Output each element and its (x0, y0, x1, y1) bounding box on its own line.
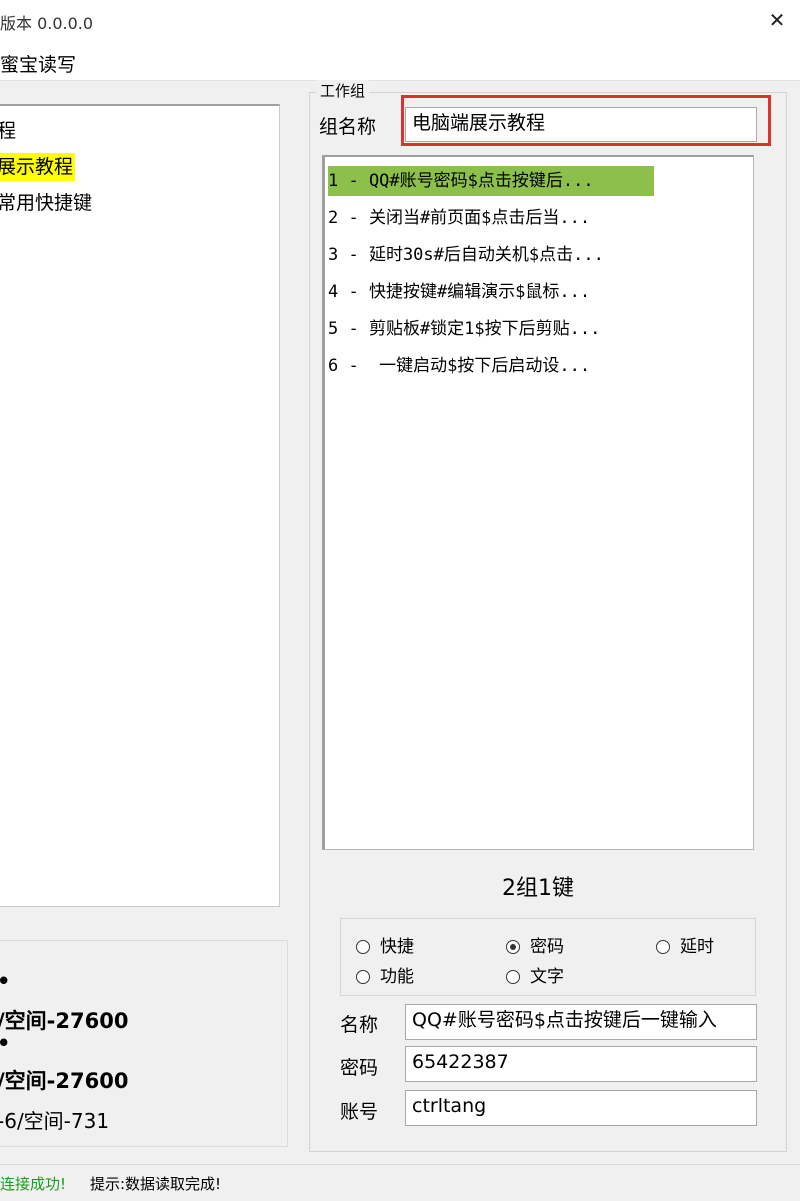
status-hint: 提示:数据读取完成! (90, 1175, 222, 1193)
device-info-panel: • /空间-27600 • /空间-27600 -6/空间-731 (0, 940, 288, 1147)
radio-label: 文字 (530, 967, 564, 987)
radio-checked-icon (506, 940, 520, 954)
key-list[interactable]: 1 - QQ#账号密码$点击按键后... 2 - 关闭当#前页面$点击后当...… (322, 155, 754, 850)
info-space-3: -6/空间-731 (0, 1109, 110, 1133)
window-title: 版本 0.0.0.0 (0, 14, 94, 33)
status-bar: 连接成功! 提示:数据读取完成! (0, 1164, 800, 1201)
connection-status: 连接成功! (0, 1175, 67, 1193)
group-tree[interactable]: 程 展示教程 常用快捷键 (0, 104, 280, 907)
list-item[interactable]: 1 - QQ#账号密码$点击按键后... (328, 166, 654, 196)
info-space-1: /空间-27600 (0, 1009, 129, 1033)
key-name-label: 名称 (340, 1014, 379, 1036)
radio-icon (506, 970, 520, 984)
radio-text[interactable]: 文字 (506, 962, 564, 987)
radio-label: 密码 (530, 937, 564, 957)
radio-password[interactable]: 密码 (506, 932, 564, 957)
info-space-2: /空间-27600 (0, 1069, 129, 1093)
tree-item-selected[interactable]: 展示教程 (0, 153, 76, 181)
radio-delay[interactable]: 延时 (656, 932, 714, 957)
group-name-label: 组名称 (319, 116, 377, 138)
key-name-input[interactable]: QQ#账号密码$点击按键后一键输入 (405, 1004, 757, 1040)
info-bullet: • (0, 969, 10, 993)
list-item[interactable]: 3 - 延时30s#后自动关机$点击... (328, 240, 654, 270)
list-item[interactable]: 2 - 关闭当#前页面$点击后当... (328, 203, 654, 233)
workgroup-legend: 工作组 (316, 80, 370, 101)
radio-label: 功能 (380, 967, 414, 987)
menu-bar: 蜜宝读写 (0, 40, 800, 81)
key-count-label: 2组1键 (502, 876, 574, 901)
info-bullet: • (0, 1031, 10, 1055)
account-label: 账号 (340, 1101, 379, 1123)
radio-icon (356, 940, 370, 954)
tree-item[interactable]: 程 (0, 117, 18, 145)
radio-function[interactable]: 功能 (356, 962, 414, 987)
password-input[interactable]: 65422387 (405, 1046, 757, 1082)
radio-icon (356, 970, 370, 984)
highlight-box (401, 95, 771, 146)
radio-shortcut[interactable]: 快捷 (356, 932, 414, 957)
close-icon[interactable]: ✕ (762, 6, 792, 34)
radio-icon (656, 940, 670, 954)
tree-item[interactable]: 常用快捷键 (0, 189, 94, 217)
account-input[interactable]: ctrltang (405, 1090, 757, 1126)
radio-label: 快捷 (380, 937, 414, 957)
list-item[interactable]: 6 - 一键启动$按下后启动设... (328, 351, 654, 381)
list-item[interactable]: 4 - 快捷按键#编辑演示$鼠标... (328, 277, 654, 307)
title-bar: 版本 0.0.0.0 ✕ (0, 0, 800, 40)
radio-label: 延时 (680, 937, 714, 957)
menu-item-read-write[interactable]: 蜜宝读写 (0, 50, 76, 77)
list-item[interactable]: 5 - 剪贴板#锁定1$按下后剪贴... (328, 314, 654, 344)
password-label: 密码 (340, 1057, 379, 1079)
